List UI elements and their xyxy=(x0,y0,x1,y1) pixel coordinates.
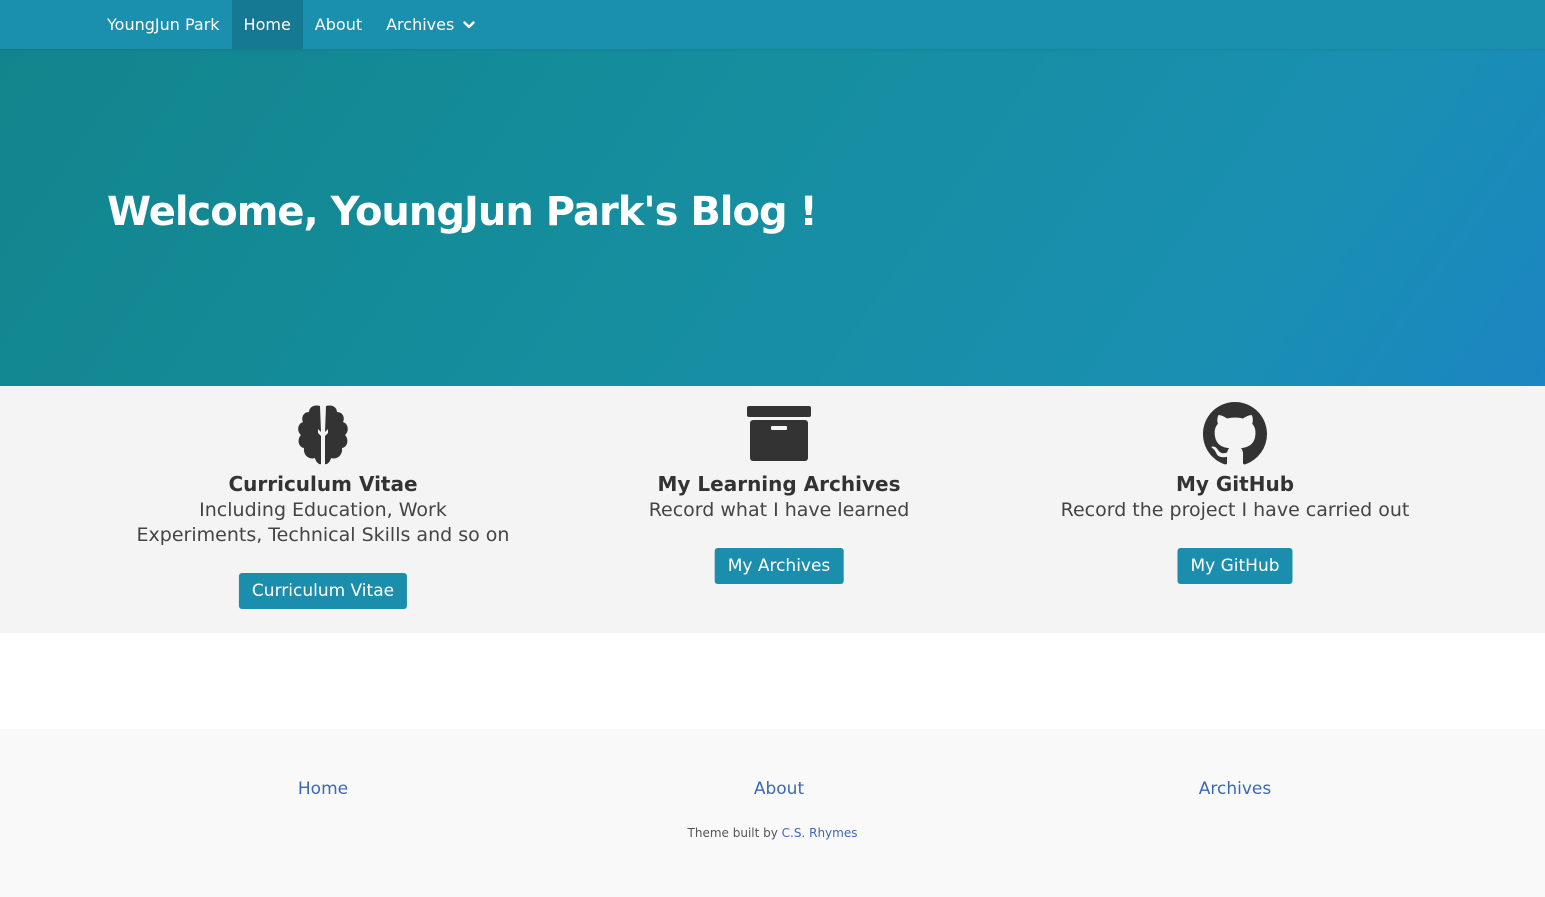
feature-description: Including Education, Work Experiments, T… xyxy=(136,499,510,546)
page-footer: Home About Archives Theme built by C.S. … xyxy=(0,729,1545,897)
nav-archives-label: Archives xyxy=(386,15,455,34)
footer-about-link[interactable]: About xyxy=(629,779,929,799)
feature-title: My GitHub xyxy=(1175,472,1295,496)
my-archives-button[interactable]: My Archives xyxy=(714,548,844,584)
footer-archives-link[interactable]: Archives xyxy=(1085,779,1385,799)
feature-title: My Learning Archives xyxy=(657,472,901,496)
github-icon xyxy=(1203,402,1267,465)
feature-title: Curriculum Vitae xyxy=(228,472,418,496)
feature-description: Record what I have learned xyxy=(648,499,910,521)
footer-home-link[interactable]: Home xyxy=(173,779,473,799)
hero-title: Welcome, YoungJun Park's Blog ! xyxy=(107,189,818,235)
footer-credit: Theme built by C.S. Rhymes xyxy=(0,826,1545,840)
features-section: Curriculum Vitae Including Education, Wo… xyxy=(0,386,1545,633)
chevron-down-icon xyxy=(463,20,476,28)
feature-description: Record the project I have carried out xyxy=(1060,499,1410,521)
nav-items: YoungJun Park Home About Archives xyxy=(95,0,488,49)
footer-credit-text: Theme built by xyxy=(687,826,782,840)
nav-home-link[interactable]: Home xyxy=(231,0,303,49)
nav-about-link[interactable]: About xyxy=(303,0,374,49)
my-github-button[interactable]: My GitHub xyxy=(1177,548,1293,584)
hero-banner: Welcome, YoungJun Park's Blog ! xyxy=(0,49,1545,386)
top-navbar: YoungJun Park Home About Archives xyxy=(0,0,1545,49)
brain-icon xyxy=(298,405,348,465)
nav-archives-dropdown[interactable]: Archives xyxy=(374,0,488,49)
archive-box-icon xyxy=(747,406,811,461)
theme-author-link[interactable]: C.S. Rhymes xyxy=(782,826,858,840)
curriculum-vitae-button[interactable]: Curriculum Vitae xyxy=(238,573,408,609)
nav-brand-link[interactable]: YoungJun Park xyxy=(95,0,232,49)
